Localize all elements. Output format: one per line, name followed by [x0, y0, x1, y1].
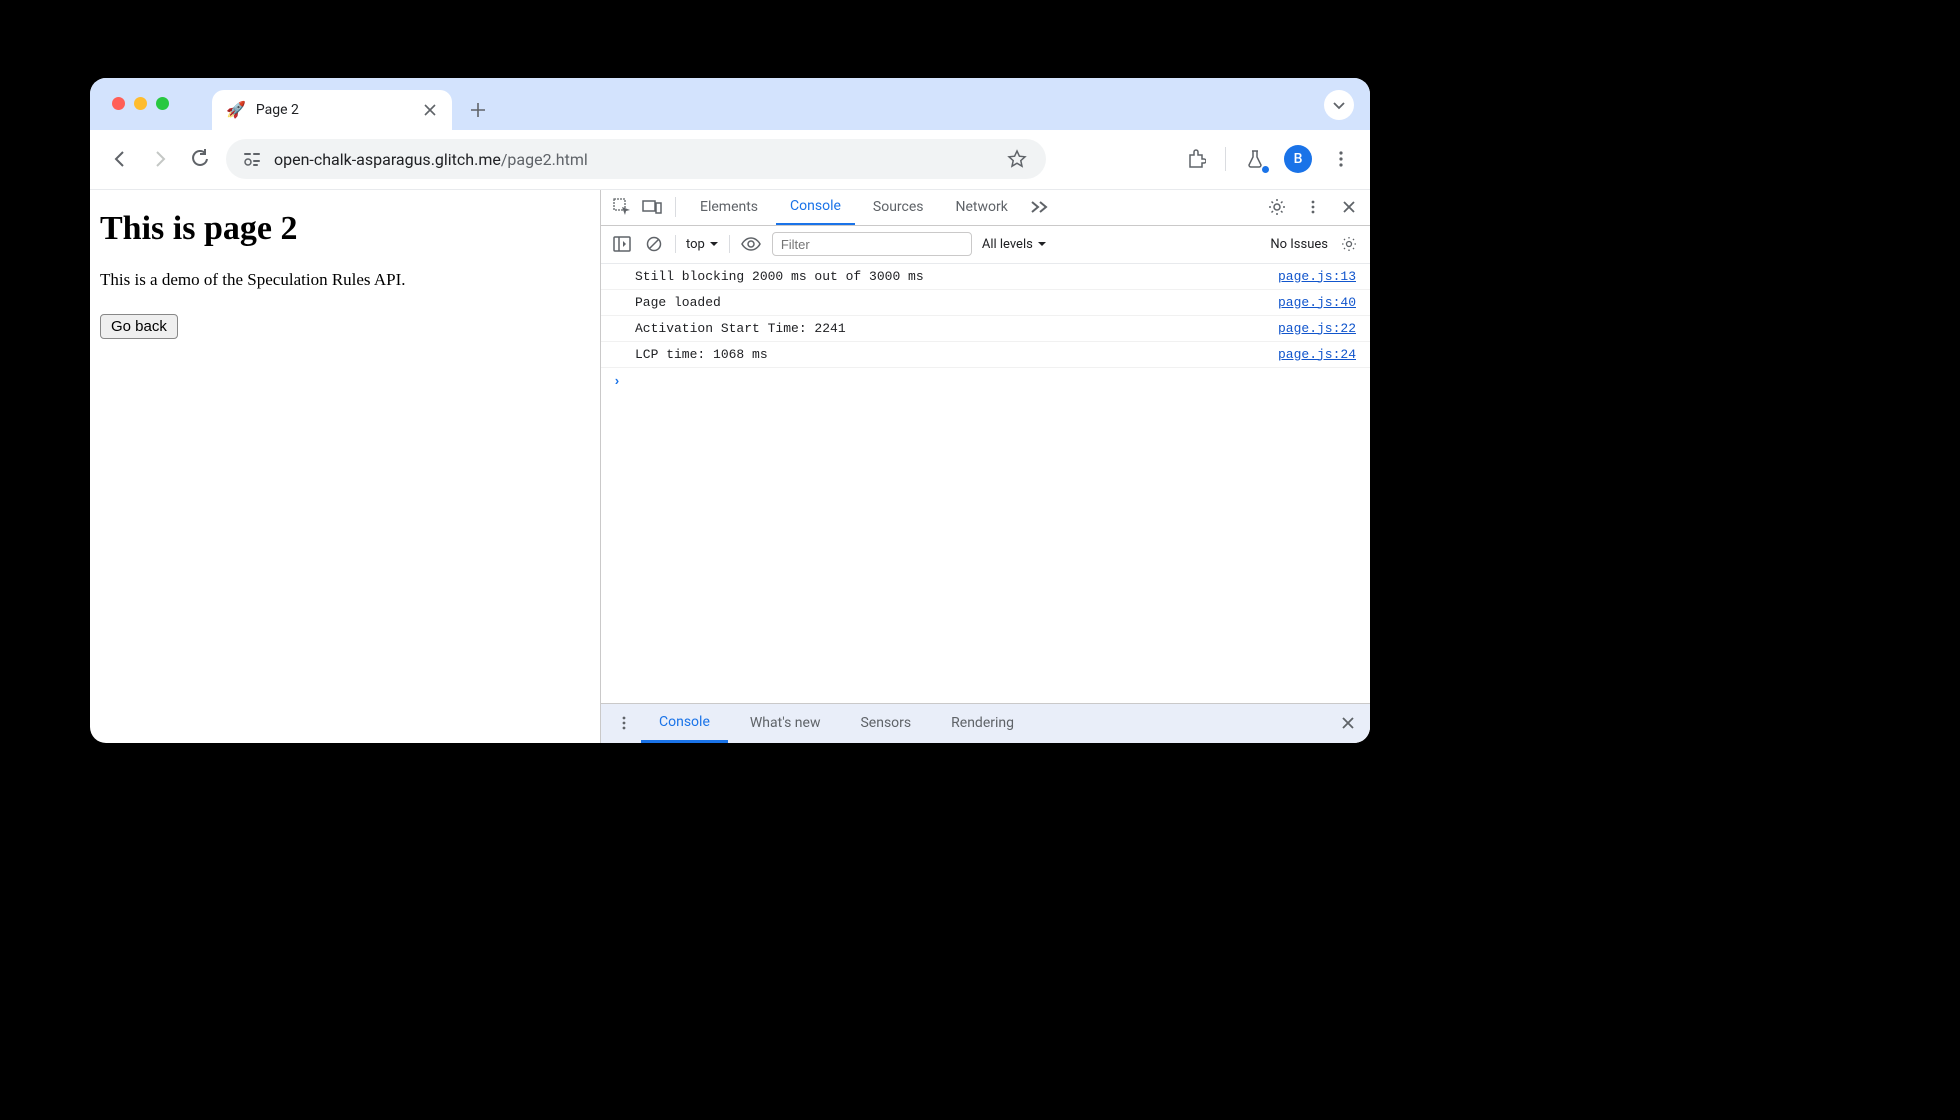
console-filter-input[interactable]	[772, 232, 972, 256]
devtools-drawer: Console What's new Sensors Rendering	[601, 703, 1370, 743]
tabs-menu-button[interactable]	[1324, 90, 1354, 120]
drawer-tab-rendering[interactable]: Rendering	[933, 703, 1032, 743]
devtools-menu-icon[interactable]	[1300, 194, 1326, 220]
console-message: Activation Start Time: 2241	[635, 321, 1278, 336]
divider	[729, 235, 730, 253]
issues-label[interactable]: No Issues	[1270, 237, 1328, 252]
minimize-window-button[interactable]	[134, 97, 147, 110]
console-context-selector[interactable]: top	[686, 237, 719, 252]
page-paragraph: This is a demo of the Speculation Rules …	[100, 270, 590, 290]
devtools-tab-elements[interactable]: Elements	[686, 190, 772, 226]
more-tabs-icon[interactable]	[1026, 194, 1052, 220]
tab-favicon: 🚀	[226, 100, 246, 119]
console-toolbar: top All levels No Issues	[601, 226, 1370, 264]
close-window-button[interactable]	[112, 97, 125, 110]
page-viewport: This is page 2 This is a demo of the Spe…	[90, 190, 600, 743]
close-drawer-icon[interactable]	[1336, 711, 1360, 735]
console-source-link[interactable]: page.js:24	[1278, 347, 1356, 362]
console-source-link[interactable]: page.js:40	[1278, 295, 1356, 310]
extensions-icon[interactable]	[1183, 146, 1209, 172]
console-row: LCP time: 1068 ms page.js:24	[601, 342, 1370, 368]
maximize-window-button[interactable]	[156, 97, 169, 110]
live-expression-icon[interactable]	[740, 233, 762, 255]
site-info-icon[interactable]	[242, 149, 262, 169]
log-levels-selector[interactable]: All levels	[982, 237, 1047, 252]
browser-window: 🚀 Page 2 open-chalk-asparagus.glitch.me	[90, 78, 1370, 743]
console-message: LCP time: 1068 ms	[635, 347, 1278, 362]
console-prompt[interactable]: ›	[601, 368, 1370, 395]
toggle-sidebar-icon[interactable]	[611, 233, 633, 255]
close-tab-button[interactable]	[422, 102, 438, 118]
drawer-menu-icon[interactable]	[611, 710, 637, 736]
reload-button[interactable]	[186, 145, 214, 173]
console-settings-icon[interactable]	[1338, 233, 1360, 255]
devtools-tab-console[interactable]: Console	[776, 190, 855, 226]
back-button[interactable]	[106, 145, 134, 173]
bookmark-icon[interactable]	[1004, 146, 1030, 172]
devtools-tab-sources[interactable]: Sources	[859, 190, 938, 226]
profile-avatar[interactable]: B	[1284, 145, 1312, 173]
divider	[675, 197, 676, 217]
browser-toolbar: open-chalk-asparagus.glitch.me/page2.htm…	[90, 130, 1370, 190]
console-message: Still blocking 2000 ms out of 3000 ms	[635, 269, 1278, 284]
clear-console-icon[interactable]	[643, 233, 665, 255]
go-back-button[interactable]: Go back	[100, 314, 178, 339]
content-area: This is page 2 This is a demo of the Spe…	[90, 190, 1370, 743]
devtools-tab-network[interactable]: Network	[942, 190, 1022, 226]
tab-title: Page 2	[256, 102, 412, 118]
address-bar[interactable]: open-chalk-asparagus.glitch.me/page2.htm…	[226, 139, 1046, 179]
devtools-panel: Elements Console Sources Network	[600, 190, 1370, 743]
devtools-tabs: Elements Console Sources Network	[601, 190, 1370, 226]
settings-icon[interactable]	[1264, 194, 1290, 220]
window-controls	[112, 97, 169, 110]
drawer-tab-whatsnew[interactable]: What's new	[732, 703, 839, 743]
toolbar-right: B	[1183, 145, 1354, 173]
console-output: Still blocking 2000 ms out of 3000 ms pa…	[601, 264, 1370, 703]
device-toolbar-icon[interactable]	[639, 194, 665, 220]
console-row: Still blocking 2000 ms out of 3000 ms pa…	[601, 264, 1370, 290]
console-source-link[interactable]: page.js:22	[1278, 321, 1356, 336]
new-tab-button[interactable]	[470, 102, 486, 118]
page-heading: This is page 2	[100, 210, 590, 248]
divider	[675, 235, 676, 253]
console-message: Page loaded	[635, 295, 1278, 310]
tab-strip: 🚀 Page 2	[90, 78, 1370, 130]
toolbar-divider	[1225, 147, 1226, 171]
browser-tab[interactable]: 🚀 Page 2	[212, 90, 452, 130]
console-row: Page loaded page.js:40	[601, 290, 1370, 316]
url-text: open-chalk-asparagus.glitch.me/page2.htm…	[274, 150, 588, 169]
console-row: Activation Start Time: 2241 page.js:22	[601, 316, 1370, 342]
close-devtools-icon[interactable]	[1336, 194, 1362, 220]
console-source-link[interactable]: page.js:13	[1278, 269, 1356, 284]
menu-icon[interactable]	[1328, 146, 1354, 172]
forward-button[interactable]	[146, 145, 174, 173]
drawer-tab-console[interactable]: Console	[641, 703, 728, 743]
labs-icon[interactable]	[1242, 146, 1268, 172]
inspect-element-icon[interactable]	[609, 194, 635, 220]
drawer-tab-sensors[interactable]: Sensors	[842, 703, 929, 743]
